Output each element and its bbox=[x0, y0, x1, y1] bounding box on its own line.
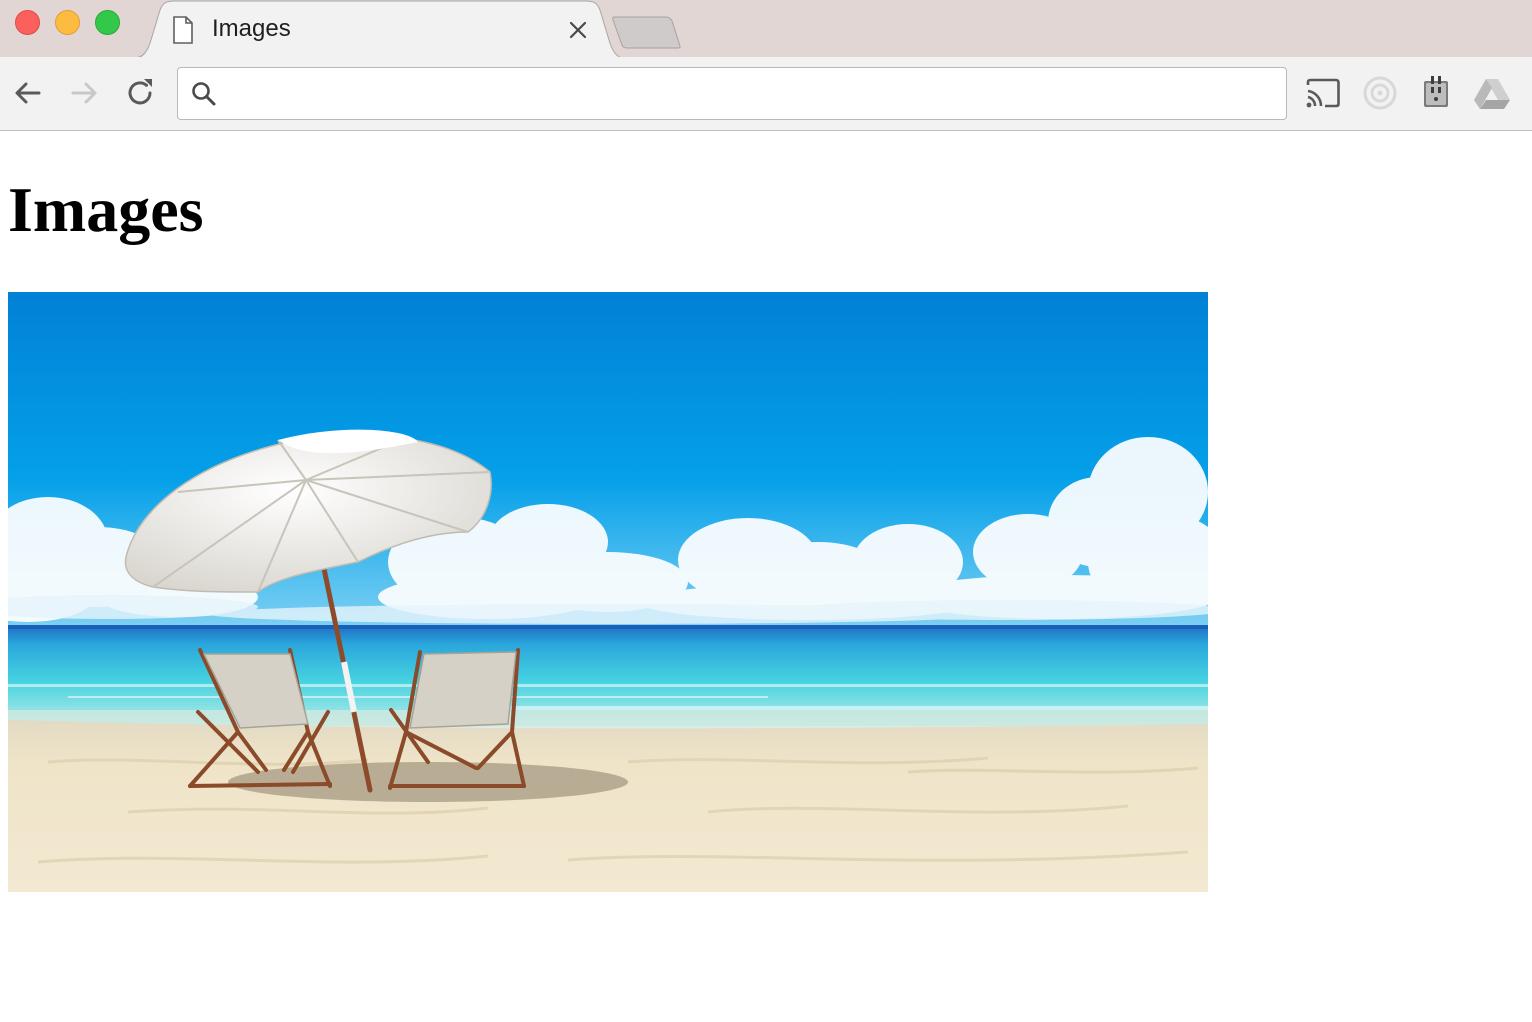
cast-icon[interactable] bbox=[1303, 73, 1343, 113]
tab-images[interactable]: Images bbox=[134, 0, 624, 58]
tab-title: Images bbox=[212, 15, 291, 42]
document-icon bbox=[173, 16, 193, 44]
circle-extension-icon[interactable] bbox=[1360, 73, 1400, 113]
address-bar[interactable] bbox=[177, 67, 1287, 120]
tab-close-icon[interactable] bbox=[566, 18, 590, 42]
tab-background bbox=[134, 0, 624, 58]
window-close-button[interactable] bbox=[15, 10, 40, 35]
forward-arrow-icon[interactable] bbox=[64, 73, 104, 113]
plug-extension-icon[interactable] bbox=[1416, 73, 1456, 113]
page-title: Images bbox=[8, 174, 204, 245]
beach-image bbox=[8, 292, 1208, 892]
google-drive-icon[interactable] bbox=[1472, 73, 1512, 113]
window-maximize-button[interactable] bbox=[95, 10, 120, 35]
browser-toolbar bbox=[0, 57, 1532, 131]
search-icon bbox=[192, 82, 216, 106]
new-tab-button[interactable] bbox=[610, 14, 682, 50]
address-input[interactable] bbox=[230, 76, 1274, 114]
reload-icon[interactable] bbox=[120, 73, 160, 113]
tab-strip: Images bbox=[0, 0, 1532, 58]
back-arrow-icon[interactable] bbox=[8, 73, 48, 113]
window-minimize-button[interactable] bbox=[55, 10, 80, 35]
